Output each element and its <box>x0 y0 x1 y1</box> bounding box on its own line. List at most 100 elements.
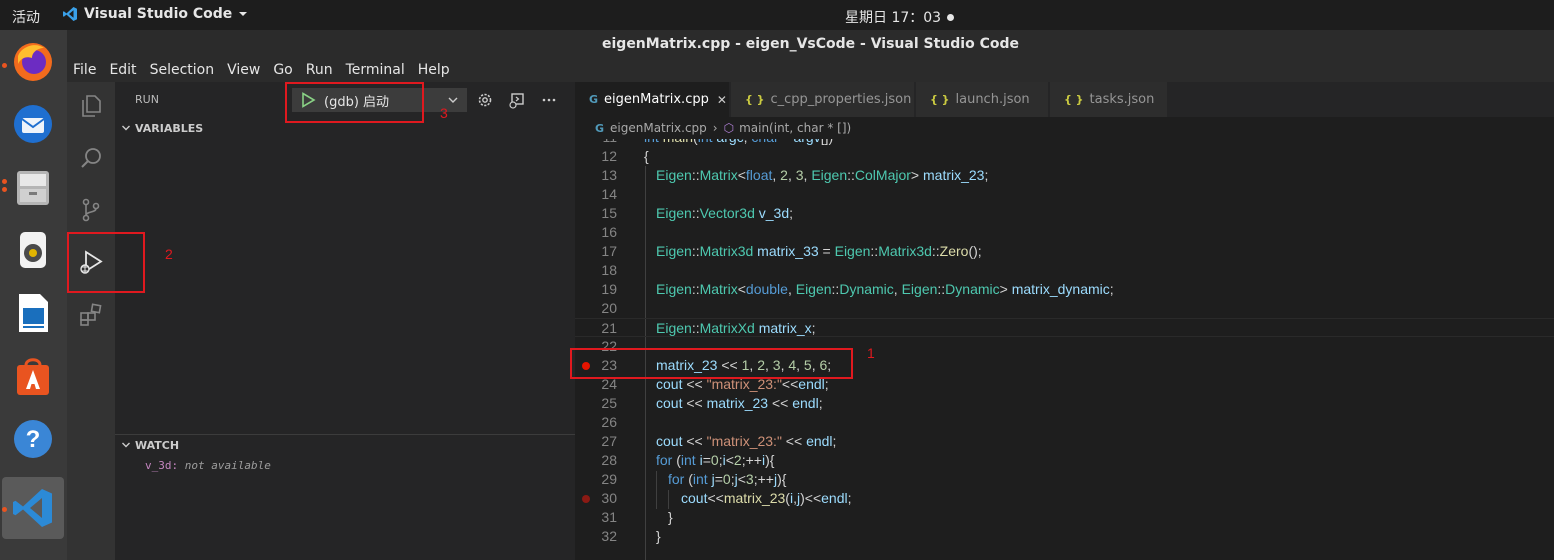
code-line: 18 <box>575 261 1554 280</box>
tab-launch-json[interactable]: { } launch.json <box>916 82 1049 117</box>
code-line: 27 cout << "matrix_23:" << endl; <box>575 432 1554 451</box>
menu-terminal[interactable]: Terminal <box>346 62 411 78</box>
code-line: 25 cout << matrix_23 << endl; <box>575 394 1554 413</box>
dock-help[interactable]: ? <box>8 414 58 464</box>
watch-section-header[interactable]: WATCH <box>115 434 575 456</box>
cpp-file-icon: G <box>589 93 599 106</box>
json-file-icon: { } <box>745 93 765 106</box>
menu-run[interactable]: Run <box>306 62 339 78</box>
line-number: 20 <box>601 300 617 316</box>
tab-label: tasks.json <box>1089 92 1155 107</box>
dock-rhythmbox[interactable] <box>8 225 58 275</box>
software-center-icon <box>17 358 49 395</box>
tab-label: launch.json <box>955 92 1030 107</box>
dock-thunderbird[interactable] <box>8 99 58 149</box>
dock-firefox[interactable] <box>8 36 58 86</box>
clock-text: 星期日 17：03 <box>845 10 942 26</box>
extensions-icon <box>80 303 102 326</box>
gear-icon[interactable] <box>476 91 494 109</box>
annotation-box-2 <box>67 232 145 293</box>
tab-c-cpp-properties-json[interactable]: { } c_cpp_properties.json <box>731 82 915 117</box>
annotation-box-3 <box>285 82 424 123</box>
code-text: Eigen::MatrixXd matrix_x; <box>656 320 816 336</box>
dock-writer[interactable] <box>8 288 58 338</box>
menu-bar: File Edit Selection View Go Run Terminal… <box>67 58 1554 82</box>
debug-console-icon[interactable] <box>508 91 526 109</box>
running-indicator <box>2 179 7 184</box>
activities-button[interactable]: 活动 <box>12 7 40 27</box>
activity-explorer[interactable] <box>67 82 115 130</box>
tab-eigenmatrix-cpp[interactable]: G eigenMatrix.cpp ✕ <box>575 82 730 117</box>
line-number: 29 <box>601 471 617 487</box>
activity-source-control[interactable] <box>67 186 115 234</box>
running-indicator <box>2 63 7 68</box>
chevron-right-icon: › <box>712 121 718 135</box>
line-number: 12 <box>601 148 617 164</box>
clock[interactable]: 星期日 17：03 <box>845 7 955 27</box>
dock-software[interactable] <box>8 351 58 401</box>
menu-edit[interactable]: Edit <box>109 62 142 78</box>
more-actions-icon[interactable] <box>540 91 558 109</box>
line-number: 27 <box>601 433 617 449</box>
search-icon <box>81 148 101 168</box>
activity-search[interactable] <box>67 134 115 182</box>
dock: ? <box>0 30 67 560</box>
code-text: { <box>644 148 649 164</box>
method-symbol-icon: ⬡ <box>723 121 735 135</box>
menu-help[interactable]: Help <box>418 62 456 78</box>
code-text: cout << matrix_23 << endl; <box>656 395 823 411</box>
dock-files[interactable] <box>8 162 58 212</box>
code-text: int main(int argc, char** argv[]) <box>644 139 833 145</box>
code-line: 12 { <box>575 147 1554 166</box>
running-indicator <box>2 507 7 512</box>
chevron-down-icon <box>239 12 248 16</box>
rhythmbox-icon <box>20 232 46 268</box>
line-number: 14 <box>601 186 617 202</box>
window-title: eigenMatrix.cpp - eigen_VsCode - Visual … <box>67 30 1554 58</box>
app-name: Visual Studio Code <box>84 6 233 22</box>
line-number: 21 <box>601 320 617 336</box>
line-number: 16 <box>601 224 617 240</box>
annotation-box-1 <box>570 348 853 379</box>
code-text: for (int j=0;j<3;++j){ <box>668 471 787 487</box>
code-text: } <box>668 509 673 525</box>
line-number: 32 <box>601 528 617 544</box>
close-icon[interactable]: ✕ <box>717 93 727 107</box>
code-line: 11 int main(int argc, char** argv[]) <box>575 139 1554 147</box>
variables-label: VARIABLES <box>135 121 204 135</box>
annotation-label-1: 1 <box>867 345 875 361</box>
code-line: 19 Eigen::Matrix<double, Eigen::Dynamic,… <box>575 280 1554 299</box>
code-text: Eigen::Matrix3d matrix_33 = Eigen::Matri… <box>656 243 982 259</box>
code-line: 28 for (int i=0;i<2;++i){ <box>575 451 1554 470</box>
menu-selection[interactable]: Selection <box>150 62 221 78</box>
tab-tasks-json[interactable]: { } tasks.json <box>1050 82 1168 117</box>
chevron-down-icon <box>448 97 458 103</box>
app-menu-button[interactable]: Visual Studio Code <box>62 6 248 22</box>
menu-go[interactable]: Go <box>273 62 298 78</box>
code-text: Eigen::Vector3d v_3d; <box>656 205 793 221</box>
tab-label: eigenMatrix.cpp <box>604 92 709 107</box>
code-line-current: 21 Eigen::MatrixXd matrix_x; <box>575 318 1554 337</box>
editor-group: G eigenMatrix.cpp ✕ { } c_cpp_properties… <box>575 82 1554 560</box>
vscode-icon <box>13 489 52 527</box>
line-number: 19 <box>601 281 617 297</box>
menu-view[interactable]: View <box>227 62 266 78</box>
breadcrumb-file[interactable]: eigenMatrix.cpp <box>610 121 707 135</box>
activity-bar <box>67 82 115 560</box>
chevron-down-icon <box>122 442 130 448</box>
thunderbird-icon <box>14 105 52 143</box>
code-line: 32 } <box>575 527 1554 546</box>
code-text: Eigen::Matrix<double, Eigen::Dynamic, Ei… <box>656 281 1114 297</box>
watch-item[interactable]: v_3d: not available <box>145 459 271 472</box>
code-line: 26 <box>575 413 1554 432</box>
breadcrumb-symbol[interactable]: main(int, char * []) <box>739 121 851 135</box>
dock-vscode[interactable] <box>8 483 58 533</box>
line-number: 13 <box>601 167 617 183</box>
breadcrumb: G eigenMatrix.cpp › ⬡ main(int, char * [… <box>575 117 1554 139</box>
menu-file[interactable]: File <box>73 62 102 78</box>
activity-extensions[interactable] <box>67 290 115 338</box>
run-title: RUN <box>135 93 159 106</box>
line-number: 28 <box>601 452 617 468</box>
code-line: 20 <box>575 299 1554 318</box>
code-text: cout << "matrix_23:" << endl; <box>656 433 837 449</box>
